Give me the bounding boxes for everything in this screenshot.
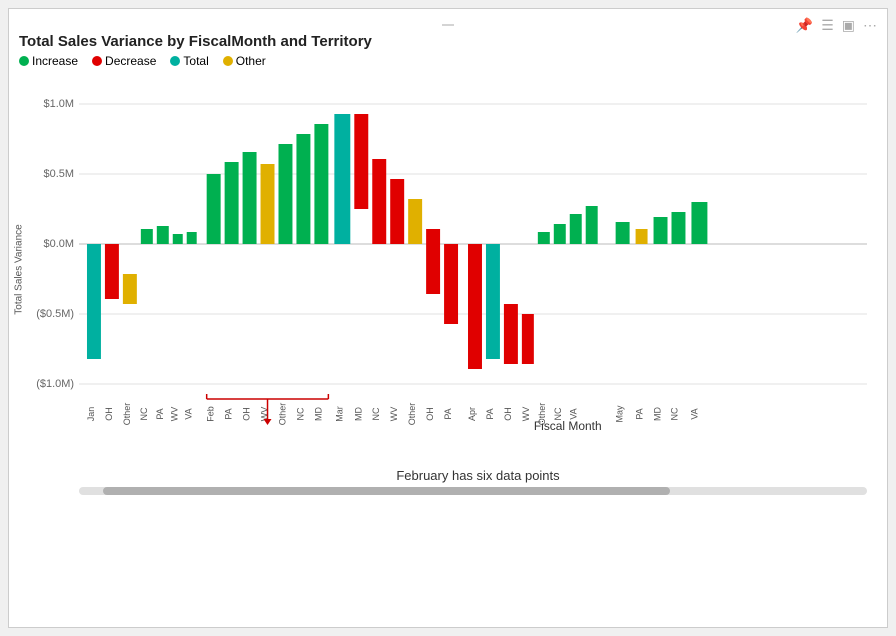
svg-text:NC: NC: [669, 407, 679, 420]
bar: [261, 164, 275, 244]
svg-text:WV: WV: [521, 407, 531, 421]
top-icons: 📌 ☰ ▣ ⋯: [796, 17, 877, 34]
svg-text:PA: PA: [635, 408, 645, 419]
bar: [522, 314, 534, 364]
bar: [207, 174, 221, 244]
svg-text:May: May: [615, 405, 625, 422]
svg-text:Feb: Feb: [206, 406, 216, 421]
legend-other: Other: [223, 54, 266, 68]
bar: [278, 144, 292, 244]
bar: [570, 214, 582, 244]
x-axis-label: Fiscal Month: [534, 419, 602, 433]
legend-increase: Increase: [19, 54, 78, 68]
bar: [426, 229, 440, 294]
bar: [554, 224, 566, 244]
annotation-text: February has six data points: [79, 468, 877, 483]
legend-total: Total: [170, 54, 208, 68]
svg-text:NC: NC: [371, 407, 381, 420]
svg-text:PA: PA: [224, 408, 234, 419]
svg-text:VA: VA: [689, 408, 699, 419]
bar: [157, 226, 169, 244]
svg-text:OH: OH: [104, 407, 114, 420]
svg-text:OH: OH: [242, 407, 252, 420]
chart-svg: $1.0M $0.5M $0.0M ($0.5M) ($1.0M): [79, 74, 867, 434]
svg-text:VA: VA: [184, 408, 194, 419]
other-dot: [223, 56, 233, 66]
legend-decrease: Decrease: [92, 54, 156, 68]
svg-text:VA: VA: [569, 408, 579, 419]
bar: [173, 234, 183, 244]
svg-text:Mar: Mar: [334, 406, 344, 421]
svg-text:OH: OH: [425, 407, 435, 420]
y-axis-label: Total Sales Variance: [14, 200, 25, 340]
bar: [354, 114, 368, 209]
drag-handle[interactable]: ⎯⎯: [442, 17, 454, 32]
bar: [486, 244, 500, 359]
bar: [225, 162, 239, 244]
svg-text:$0.0M: $0.0M: [44, 238, 74, 250]
bar: [504, 304, 518, 364]
svg-text:NC: NC: [139, 407, 149, 420]
bar: [586, 206, 598, 244]
bar: [671, 212, 685, 244]
svg-text:WV: WV: [170, 407, 180, 421]
bar: [636, 229, 648, 244]
bar: [390, 179, 404, 244]
bar: [123, 274, 137, 304]
total-label: Total: [183, 54, 208, 68]
bar: [654, 217, 668, 244]
svg-text:NC: NC: [295, 407, 305, 420]
bar: [691, 202, 707, 244]
increase-label: Increase: [32, 54, 78, 68]
svg-text:PA: PA: [155, 408, 165, 419]
pin-icon[interactable]: 📌: [796, 17, 813, 34]
bar: [105, 244, 119, 299]
decrease-label: Decrease: [105, 54, 156, 68]
svg-text:Other: Other: [407, 403, 417, 425]
svg-text:MD: MD: [313, 406, 323, 420]
bar: [87, 244, 101, 359]
other-label: Other: [236, 54, 266, 68]
bar: [141, 229, 153, 244]
bar: [187, 232, 197, 244]
filter-icon[interactable]: ☰: [821, 17, 834, 34]
svg-text:($1.0M): ($1.0M): [36, 378, 74, 390]
bar: [444, 244, 458, 324]
more-icon[interactable]: ⋯: [863, 17, 877, 34]
svg-text:$0.5M: $0.5M: [44, 168, 74, 180]
bar: [538, 232, 550, 244]
bar: [243, 152, 257, 244]
scrollbar-thumb[interactable]: [103, 487, 670, 495]
bar: [468, 244, 482, 369]
svg-text:Other: Other: [277, 403, 287, 425]
bar: [372, 159, 386, 244]
chart-title: Total Sales Variance by FiscalMonth and …: [19, 33, 877, 50]
decrease-dot: [92, 56, 102, 66]
svg-text:MD: MD: [653, 406, 663, 420]
bar: [314, 124, 328, 244]
bar: [296, 134, 310, 244]
bar: [408, 199, 422, 244]
svg-text:PA: PA: [443, 408, 453, 419]
svg-text:PA: PA: [485, 408, 495, 419]
svg-text:MD: MD: [353, 406, 363, 420]
chart-legend: Increase Decrease Total Other: [19, 54, 877, 68]
scrollbar-track[interactable]: [79, 487, 867, 495]
bar: [334, 114, 350, 244]
svg-text:$1.0M: $1.0M: [44, 98, 74, 110]
svg-text:Jan: Jan: [86, 407, 96, 421]
increase-dot: [19, 56, 29, 66]
svg-text:Apr: Apr: [467, 407, 477, 421]
chart-card: ⎯⎯ 📌 ☰ ▣ ⋯ Total Sales Variance by Fisca…: [8, 8, 888, 628]
total-dot: [170, 56, 180, 66]
svg-text:Other: Other: [122, 403, 132, 425]
svg-text:OH: OH: [503, 407, 513, 420]
expand-icon[interactable]: ▣: [842, 17, 855, 34]
svg-text:($0.5M): ($0.5M): [36, 308, 74, 320]
svg-text:WV: WV: [389, 407, 399, 421]
bar: [616, 222, 630, 244]
